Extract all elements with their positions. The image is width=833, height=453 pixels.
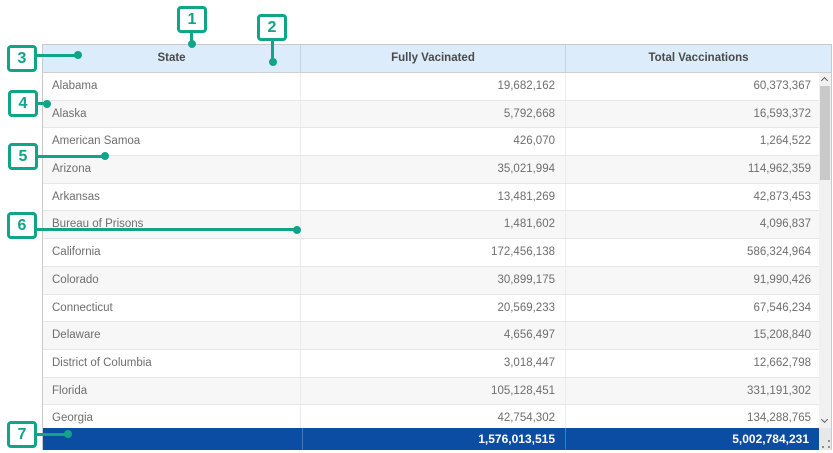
scroll-up-button[interactable] [819,73,831,87]
total-vaccinations-cell: 331,191,302 [566,378,831,405]
table-row[interactable]: District of Columbia 3,018,447 12,662,79… [43,350,831,378]
scrollbar-thumb[interactable] [820,86,830,180]
callout-badge-3: 3 [7,45,37,72]
state-cell: Connecticut [43,295,301,322]
table-row[interactable]: Florida 105,128,451 331,191,302 [43,378,831,406]
fully-vaccinated-cell: 105,128,451 [301,378,566,405]
state-cell: Colorado [43,267,301,294]
callout-line-7 [34,433,68,436]
summary-total-vaccinations-total: 5,002,784,231 [566,428,819,450]
table-row[interactable]: Alabama 19,682,162 60,373,367 [43,73,831,101]
state-cell: Alabama [43,73,301,100]
callout-badge-5: 5 [8,143,38,170]
callout-line-5 [35,155,105,158]
table-summary-row: 1,576,013,515 5,002,784,231 [43,428,831,450]
total-vaccinations-cell: 12,662,798 [566,350,831,377]
vertical-scrollbar[interactable] [819,73,831,428]
fully-vaccinated-cell: 13,481,269 [301,184,566,211]
table-row[interactable]: Delaware 4,656,497 15,208,840 [43,322,831,350]
callout-badge-2: 2 [257,14,287,41]
callout-dot-6 [293,226,301,234]
state-cell: Florida [43,378,301,405]
total-vaccinations-cell: 114,962,359 [566,156,831,183]
table-row[interactable]: Arizona 35,021,994 114,962,359 [43,156,831,184]
callout-dot-5 [101,152,109,160]
fully-vaccinated-cell: 426,070 [301,128,566,155]
callout-dot-2 [269,58,277,66]
state-cell: Georgia [43,405,301,428]
total-vaccinations-cell: 4,096,837 [566,211,831,238]
summary-state-cell [43,428,303,450]
state-cell: California [43,239,301,266]
total-vaccinations-cell: 1,264,522 [566,128,831,155]
state-cell: District of Columbia [43,350,301,377]
summary-fully-vaccinated-total: 1,576,013,515 [303,428,566,450]
table-row[interactable]: American Samoa 426,070 1,264,522 [43,128,831,156]
fully-vaccinated-cell: 30,899,175 [301,267,566,294]
callout-dot-1 [188,40,196,48]
table-header-row: State Fully Vacinated Total Vaccinations [43,45,831,73]
table-body: Alabama 19,682,162 60,373,367 Alaska 5,7… [43,73,831,428]
callout-badge-1: 1 [177,6,207,33]
fully-vaccinated-cell: 172,456,138 [301,239,566,266]
scroll-down-button[interactable] [819,414,831,428]
fully-vaccinated-cell: 42,754,302 [301,405,566,428]
column-header-total-vaccinations[interactable]: Total Vaccinations [566,45,831,72]
total-vaccinations-cell: 91,990,426 [566,267,831,294]
total-vaccinations-cell: 42,873,453 [566,184,831,211]
state-cell: Delaware [43,322,301,349]
annotated-table-screenshot: State Fully Vacinated Total Vaccinations… [0,0,833,453]
resize-handle-icon[interactable] [822,440,830,448]
fully-vaccinated-cell: 3,018,447 [301,350,566,377]
column-header-fully-vaccinated[interactable]: Fully Vacinated [301,45,566,72]
total-vaccinations-cell: 16,593,372 [566,101,831,128]
column-header-state[interactable]: State [43,45,301,72]
callout-badge-4: 4 [8,90,38,117]
fully-vaccinated-cell: 4,656,497 [301,322,566,349]
callout-dot-3 [74,51,82,59]
table-row[interactable]: California 172,456,138 586,324,964 [43,239,831,267]
table-row[interactable]: Arkansas 13,481,269 42,873,453 [43,184,831,212]
fully-vaccinated-cell: 19,682,162 [301,73,566,100]
callout-dot-4 [43,100,51,108]
table-row[interactable]: Alaska 5,792,668 16,593,372 [43,101,831,129]
table-row[interactable]: Bureau of Prisons 1,481,602 4,096,837 [43,211,831,239]
fully-vaccinated-cell: 1,481,602 [301,211,566,238]
callout-badge-6: 6 [7,212,37,239]
fully-vaccinated-cell: 20,569,233 [301,295,566,322]
callout-dot-7 [64,430,72,438]
state-cell: Bureau of Prisons [43,211,301,238]
state-cell: American Samoa [43,128,301,155]
fully-vaccinated-cell: 35,021,994 [301,156,566,183]
total-vaccinations-cell: 60,373,367 [566,73,831,100]
table-row[interactable]: Connecticut 20,569,233 67,546,234 [43,295,831,323]
total-vaccinations-cell: 15,208,840 [566,322,831,349]
total-vaccinations-cell: 67,546,234 [566,295,831,322]
table-row[interactable]: Colorado 30,899,175 91,990,426 [43,267,831,295]
fully-vaccinated-cell: 5,792,668 [301,101,566,128]
table-row[interactable]: Georgia 42,754,302 134,288,765 [43,405,831,428]
state-cell: Arizona [43,156,301,183]
callout-badge-7: 7 [7,421,37,448]
callout-line-6 [34,228,297,231]
chevron-down-icon [821,416,828,423]
total-vaccinations-cell: 134,288,765 [566,405,831,428]
attribute-table: State Fully Vacinated Total Vaccinations… [42,44,832,450]
state-cell: Alaska [43,101,301,128]
callout-line-3 [34,54,78,57]
state-cell: Arkansas [43,184,301,211]
chevron-up-icon [821,77,828,84]
total-vaccinations-cell: 586,324,964 [566,239,831,266]
